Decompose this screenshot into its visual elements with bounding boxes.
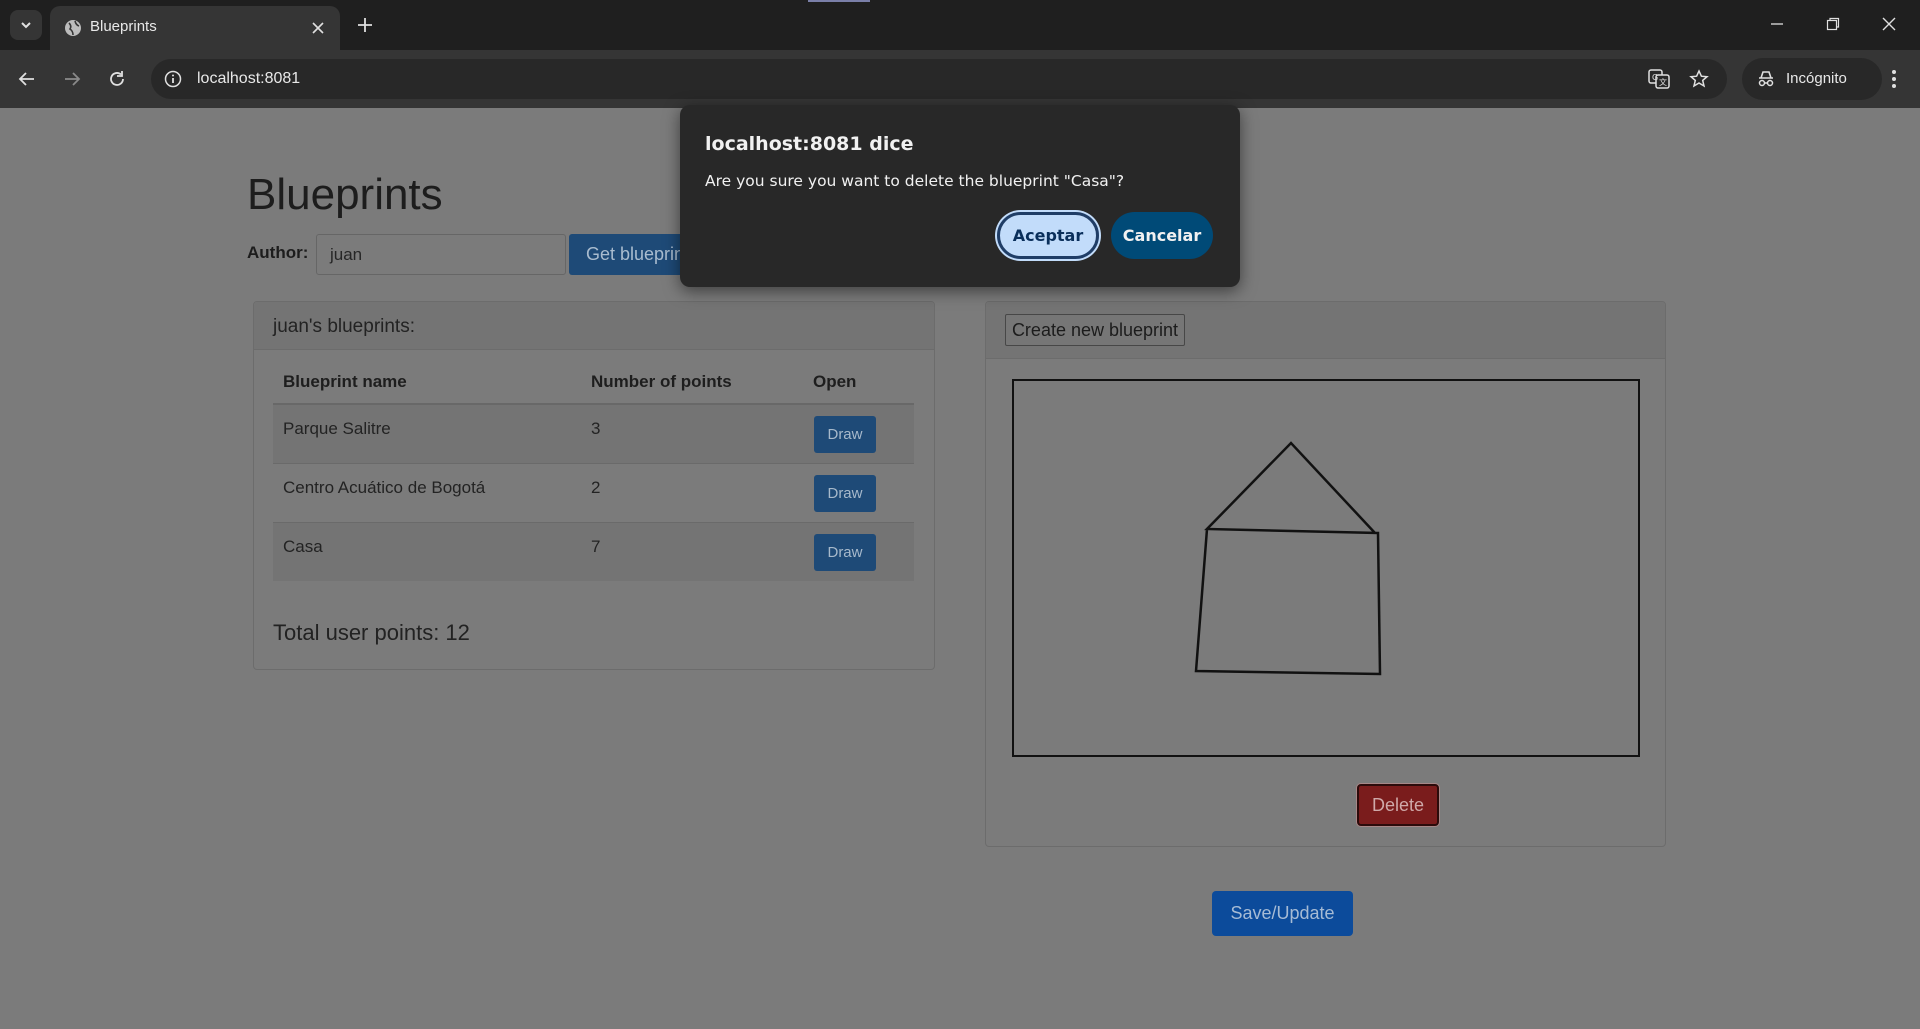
browser-tab[interactable]: Blueprints bbox=[50, 6, 340, 50]
svg-text:G: G bbox=[1652, 73, 1658, 82]
translate-button[interactable]: G文 bbox=[1647, 67, 1671, 91]
table-row: Centro Acuático de Bogotá 2 Draw bbox=[273, 464, 914, 522]
incognito-icon bbox=[1758, 71, 1774, 87]
arrow-right-icon bbox=[65, 72, 81, 86]
table-row: Casa 7 Draw bbox=[273, 523, 914, 581]
svg-text:文: 文 bbox=[1659, 77, 1667, 87]
total-points: Total user points: 12 bbox=[273, 620, 470, 645]
forward-button[interactable] bbox=[56, 63, 88, 95]
column-header-points: Number of points bbox=[591, 372, 732, 391]
blueprint-name: Centro Acuático de Bogotá bbox=[283, 478, 486, 497]
url-text[interactable]: localhost:8081 bbox=[197, 70, 300, 88]
blueprint-drawing bbox=[1194, 441, 1382, 676]
chevron-down-icon bbox=[21, 22, 31, 29]
incognito-badge[interactable]: Incógnito bbox=[1742, 58, 1882, 100]
draw-button[interactable]: Draw bbox=[814, 416, 876, 453]
column-header-open: Open bbox=[813, 372, 857, 391]
blueprint-editor-panel: Create new blueprint Save/Update bbox=[985, 301, 1666, 936]
author-label: Author: bbox=[247, 243, 309, 262]
address-bar[interactable]: localhost:8081 G文 bbox=[151, 59, 1727, 99]
save-update-button[interactable]: Save/Update bbox=[1212, 891, 1353, 936]
accept-button[interactable]: Aceptar bbox=[997, 212, 1099, 259]
star-icon bbox=[1689, 69, 1709, 88]
new-tab-button[interactable] bbox=[352, 12, 378, 38]
blueprint-name: Parque Salitre bbox=[283, 419, 391, 438]
tab-close-button[interactable] bbox=[306, 16, 330, 40]
blueprint-points: 7 bbox=[591, 537, 601, 556]
create-new-blueprint-button[interactable]: Create new blueprint bbox=[1005, 314, 1185, 346]
cancel-button[interactable]: Cancelar bbox=[1111, 212, 1213, 259]
arrow-left-icon bbox=[18, 72, 34, 86]
blueprint-name: Casa bbox=[283, 537, 323, 556]
minimize-icon bbox=[1771, 23, 1783, 25]
minimize-button[interactable] bbox=[1754, 8, 1800, 40]
blueprint-canvas[interactable] bbox=[1012, 379, 1640, 757]
close-window-button[interactable] bbox=[1866, 8, 1912, 40]
plus-icon bbox=[358, 18, 372, 32]
confirm-dialog: localhost:8081 dice Are you sure you wan… bbox=[680, 105, 1240, 287]
info-icon bbox=[164, 70, 182, 88]
tab-title: Blueprints bbox=[90, 18, 157, 35]
delete-button[interactable]: Delete bbox=[1357, 784, 1439, 826]
browser-toolbar: localhost:8081 G文 Incógnito bbox=[0, 50, 1920, 108]
site-info-button[interactable] bbox=[161, 67, 185, 91]
author-input[interactable]: juan bbox=[316, 234, 566, 275]
editor-panel-heading: Create new blueprint bbox=[986, 302, 1665, 359]
dialog-title: localhost:8081 dice bbox=[705, 133, 914, 155]
tab-search-button[interactable] bbox=[10, 10, 42, 40]
reload-button[interactable] bbox=[101, 63, 133, 95]
restore-icon bbox=[1826, 17, 1840, 31]
blueprint-points: 3 bbox=[591, 419, 601, 438]
reload-icon bbox=[110, 71, 124, 86]
bookmark-button[interactable] bbox=[1687, 67, 1711, 91]
draw-button[interactable]: Draw bbox=[814, 475, 876, 512]
table-row: Parque Salitre 3 Draw bbox=[273, 405, 914, 463]
blueprints-list-panel: juan's blueprints: Blueprint name Number… bbox=[253, 301, 935, 670]
list-panel-heading: juan's blueprints: bbox=[254, 302, 934, 350]
browser-menu-button[interactable] bbox=[1878, 63, 1910, 95]
close-icon bbox=[1882, 17, 1896, 31]
close-icon bbox=[312, 22, 324, 34]
list-panel-title: juan's blueprints: bbox=[273, 316, 415, 337]
column-header-name: Blueprint name bbox=[283, 372, 407, 391]
restore-button[interactable] bbox=[1810, 8, 1856, 40]
incognito-label: Incógnito bbox=[1786, 70, 1847, 87]
globe-icon bbox=[65, 20, 81, 36]
title-bar-indicator bbox=[808, 0, 870, 2]
dialog-message: Are you sure you want to delete the blue… bbox=[705, 172, 1125, 190]
page-title: Blueprints bbox=[247, 170, 443, 219]
blueprint-points: 2 bbox=[591, 478, 601, 497]
translate-icon: G文 bbox=[1648, 69, 1670, 89]
kebab-menu-icon bbox=[1892, 70, 1896, 88]
back-button[interactable] bbox=[11, 63, 43, 95]
browser-title-bar: Blueprints bbox=[0, 0, 1920, 50]
draw-button[interactable]: Draw bbox=[814, 534, 876, 571]
